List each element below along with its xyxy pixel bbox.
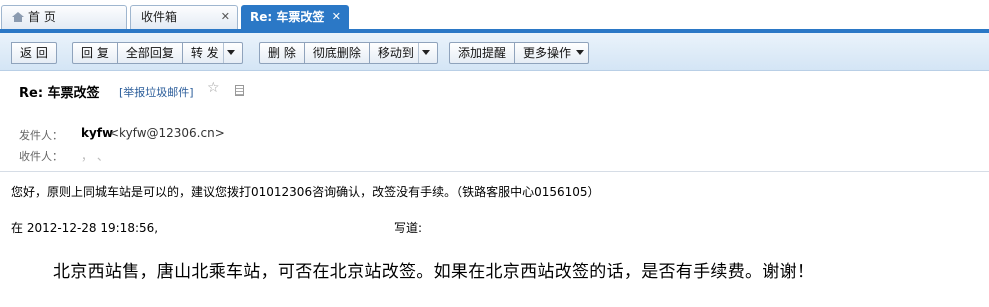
more-actions-button[interactable]: 更多操作	[515, 42, 590, 64]
tab-bar: 首 页 收件箱 ✕ Re: 车票改签 ✕	[0, 0, 989, 33]
tab-home-label: 首 页	[28, 10, 56, 24]
add-reminder-button[interactable]: 添加提醒	[449, 42, 516, 64]
chevron-down-icon	[576, 50, 585, 55]
tab-inbox-label: 收件箱	[141, 10, 178, 24]
forward-label: 转 发	[190, 46, 219, 60]
delete-permanently-button[interactable]: 彻底删除	[304, 42, 370, 64]
message-subject: Re: 车票改签	[19, 86, 100, 101]
to-label: 收件人：	[19, 150, 63, 163]
reply-button[interactable]: 回 复	[72, 42, 118, 64]
home-icon	[12, 12, 24, 22]
reply-all-button[interactable]: 全部回复	[117, 42, 183, 64]
tab-current-label: Re: 车票改签	[250, 10, 325, 24]
chevron-down-icon[interactable]	[222, 43, 238, 63]
move-to-button[interactable]: 移动到	[369, 42, 438, 64]
reply-text: 您好，原则上同城车站是可以的，建议您拨打01012306咨询确认，改签没有手续。…	[11, 185, 600, 199]
mail-toolbar: 返 回 回 复 全部回复 转 发 删 除 彻底删除 移动到 添加提醒 更多操作	[0, 33, 989, 71]
forward-button[interactable]: 转 发	[182, 42, 243, 64]
tab-home[interactable]: 首 页	[1, 5, 127, 29]
star-icon[interactable]: ☆	[207, 80, 220, 96]
tab-current-message[interactable]: Re: 车票改签 ✕	[241, 5, 349, 29]
from-label: 发件人：	[19, 129, 63, 142]
chevron-down-icon[interactable]	[417, 43, 433, 63]
report-spam-link[interactable]: [举报垃圾邮件]	[119, 84, 194, 100]
recipient-list: ， 、	[81, 149, 109, 163]
tab-inbox[interactable]: 收件箱 ✕	[130, 5, 238, 29]
delete-button[interactable]: 删 除	[259, 42, 305, 64]
header-divider	[0, 171, 989, 172]
more-actions-label: 更多操作	[523, 46, 572, 60]
close-icon[interactable]: ✕	[221, 6, 230, 28]
sender-email: <kyfw@12306.cn>	[109, 126, 225, 140]
close-icon[interactable]: ✕	[332, 6, 341, 28]
note-icon[interactable]	[235, 85, 244, 96]
quote-date: 在 2012-12-28 19:18:56,	[11, 221, 159, 235]
delete-group: 删 除 彻底删除 移动到	[259, 42, 438, 64]
move-to-label: 移动到	[377, 46, 414, 60]
back-group: 返 回	[11, 42, 57, 64]
back-button[interactable]: 返 回	[11, 42, 57, 64]
quoted-message: 北京西站售，唐山北乘车站，可否在北京站改签。如果在北京西站改签的话，是否有手续费…	[53, 262, 815, 282]
reply-group: 回 复 全部回复 转 发	[72, 42, 243, 64]
extra-group: 添加提醒 更多操作	[449, 42, 590, 64]
quote-wrote-label: 写道:	[394, 221, 423, 235]
